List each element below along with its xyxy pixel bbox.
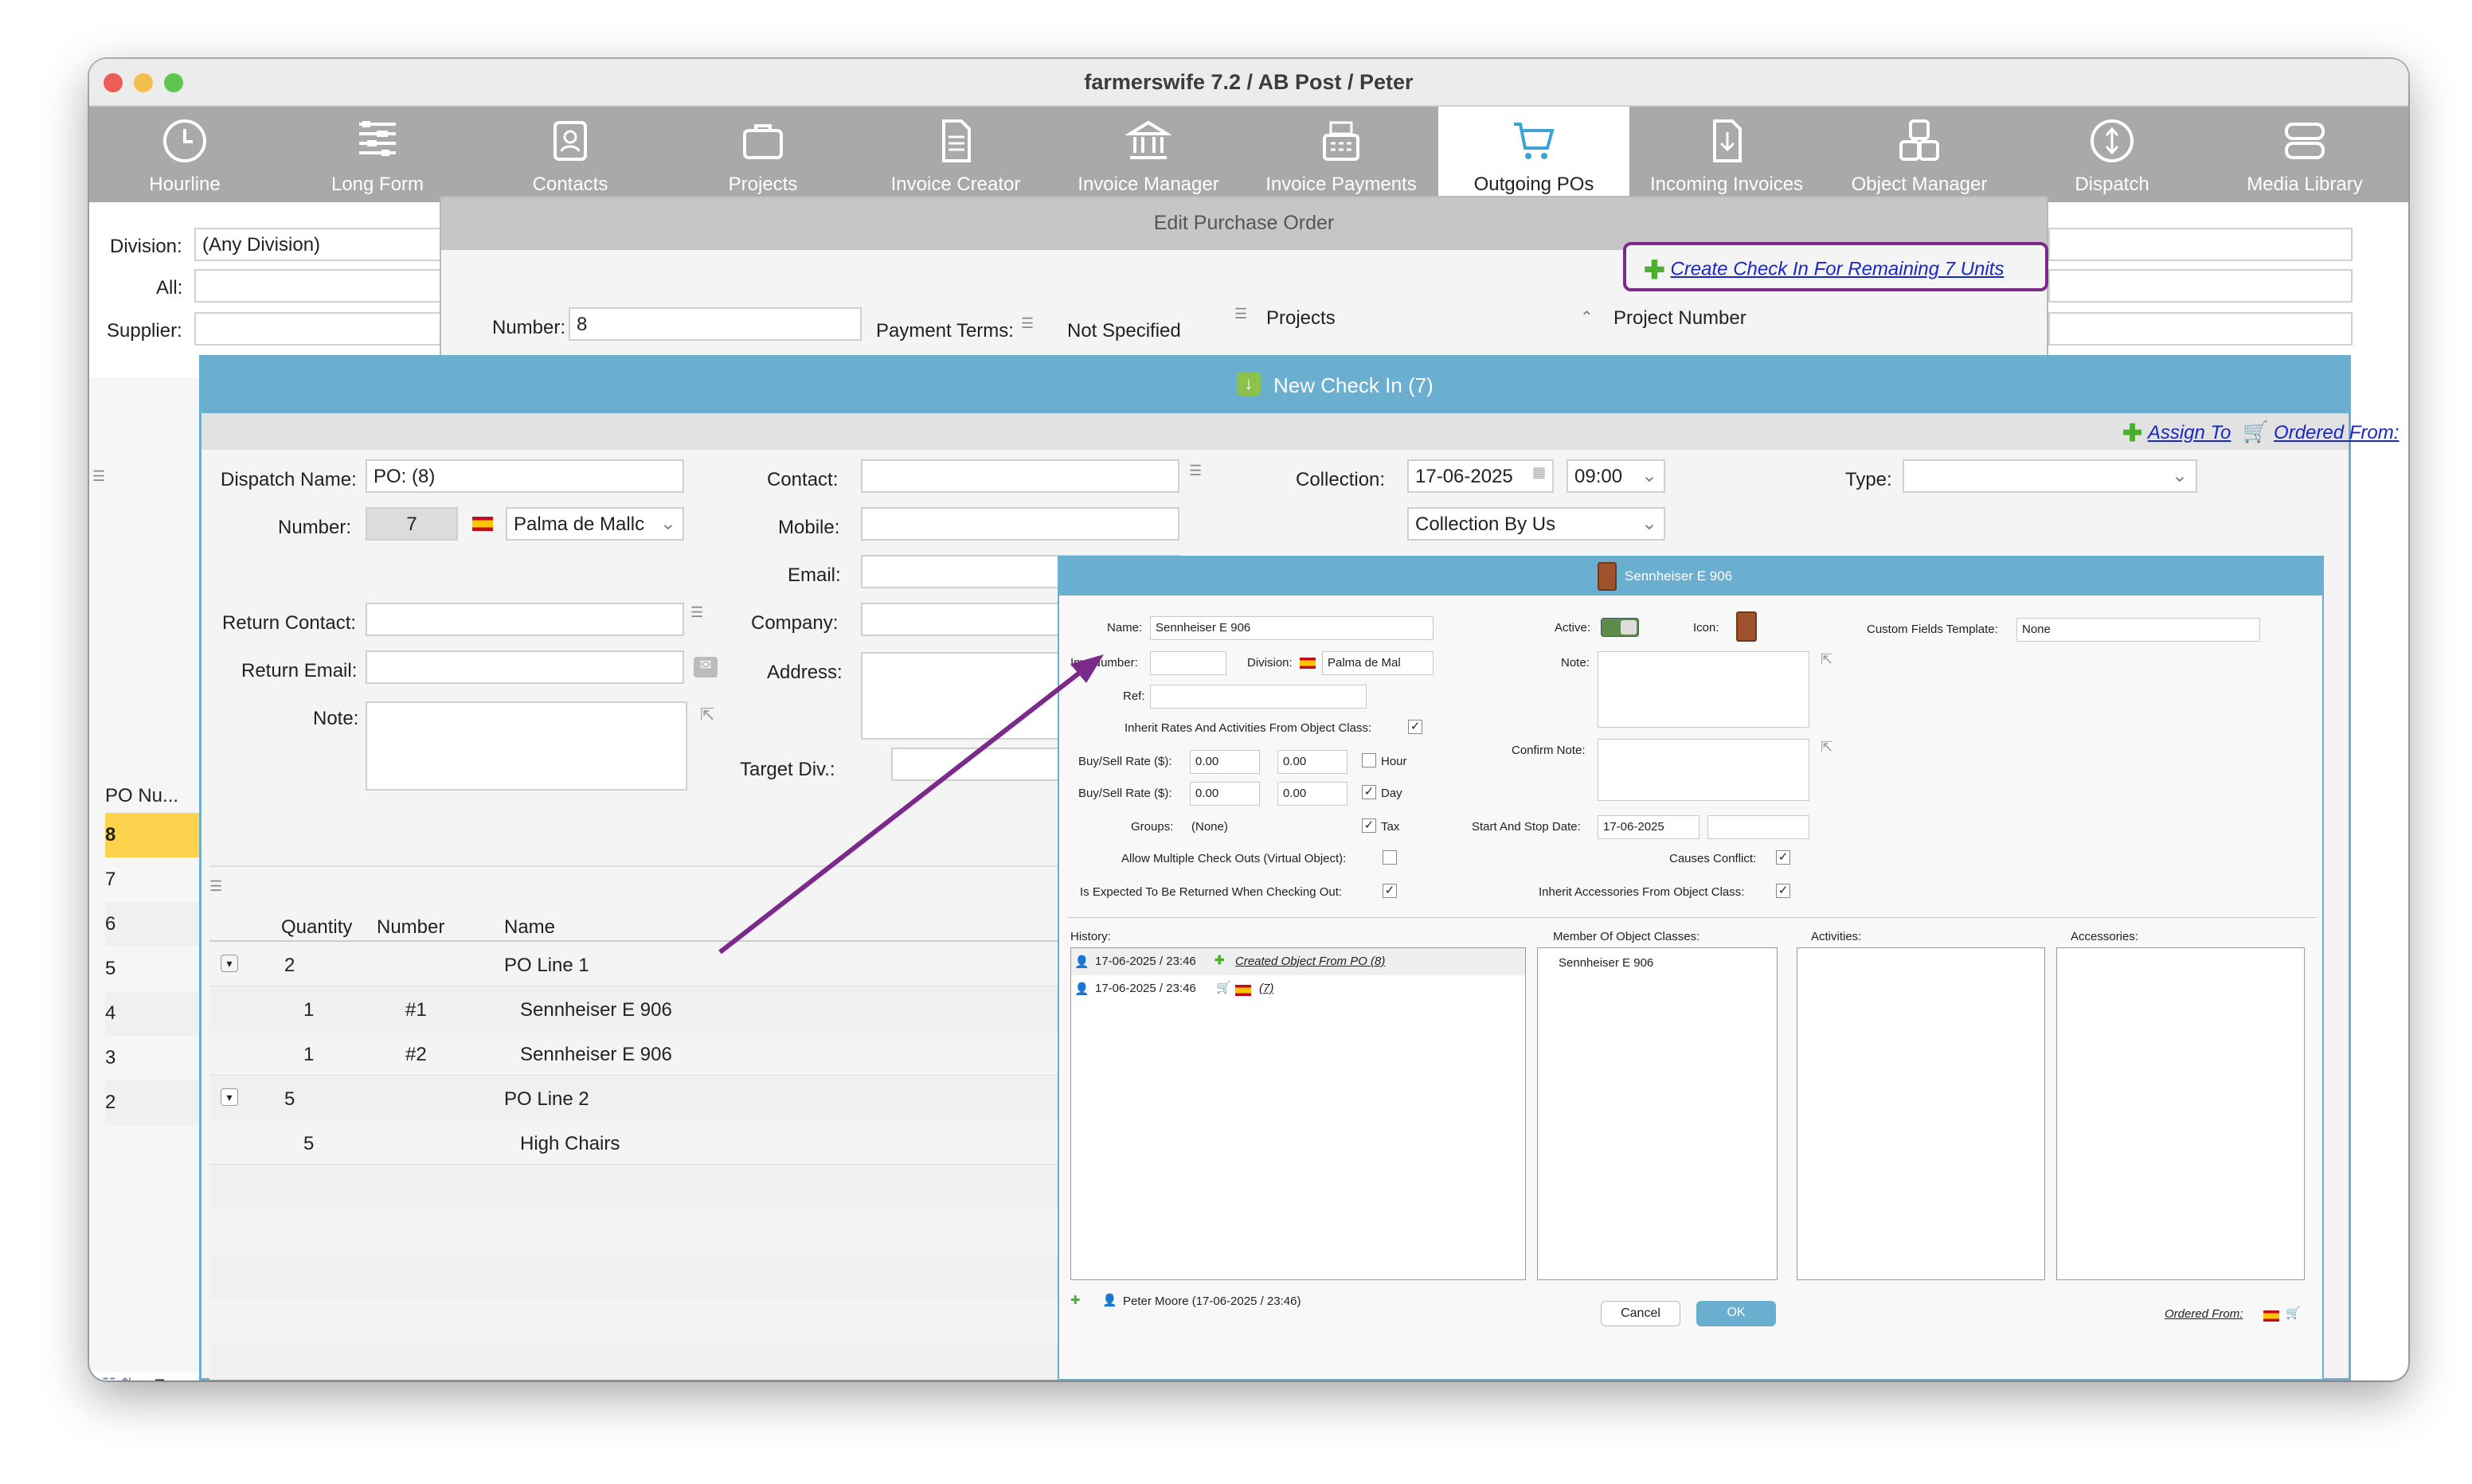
app-window: farmerswife 7.2 / AB Post / Peter Hourli… — [89, 59, 2408, 1381]
arrow-line — [718, 666, 1086, 955]
annotation-arrow — [718, 654, 1104, 955]
